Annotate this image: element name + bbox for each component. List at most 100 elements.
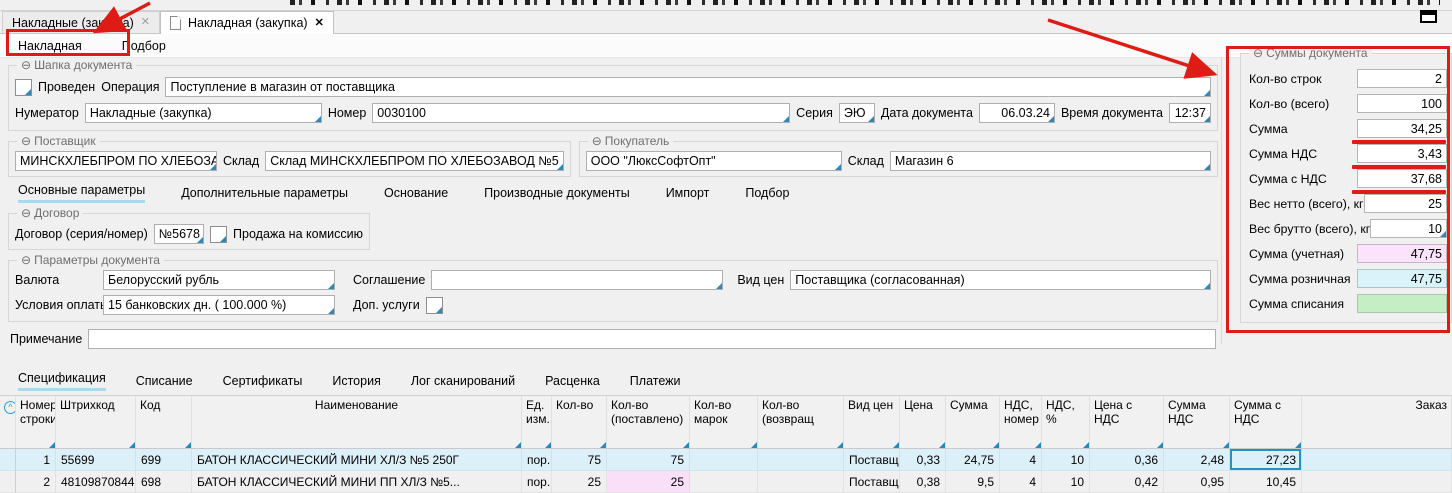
sum-value-input[interactable]: 3,43 [1357, 144, 1447, 163]
collapse-icon[interactable]: ⊖ [21, 134, 31, 148]
table-cell[interactable]: 0,95 [1164, 471, 1230, 493]
col-header-vid-cen[interactable]: Вид цен [844, 396, 900, 448]
tab-dopolnitelnye-parametry[interactable]: Дополнительные параметры [181, 186, 348, 203]
tab-nakladnye-zakupka-list[interactable]: Накладные (закупка) ✕ [2, 11, 160, 33]
table-cell[interactable]: 10,45 [1230, 471, 1302, 493]
tab-istoriya[interactable]: История [332, 374, 380, 391]
table-cell[interactable]: 25 [552, 471, 607, 493]
col-header-nds-procent[interactable]: НДС, % [1042, 396, 1090, 448]
sum-value-input[interactable]: 37,68 [1357, 169, 1447, 188]
table-cell[interactable]: 698 [136, 471, 192, 493]
sum-value-input[interactable]: 47,75 [1357, 269, 1447, 288]
col-header-cena[interactable]: Цена [900, 396, 946, 448]
col-header-kolvo-marok[interactable]: Кол-во марок [690, 396, 758, 448]
tab-proizvodnye-dokumenty[interactable]: Производные документы [484, 186, 630, 203]
table-cell[interactable]: 10 [1042, 471, 1090, 493]
col-header-summa[interactable]: Сумма [946, 396, 1000, 448]
table-cell[interactable]: 4 [1000, 471, 1042, 493]
tab-log-skanirovaniy[interactable]: Лог сканирований [411, 374, 515, 391]
table-cell[interactable] [690, 471, 758, 493]
date-input[interactable]: 06.03.24 [979, 103, 1055, 123]
commission-label: Продажа на комиссию [233, 227, 363, 241]
table-cell[interactable]: 2 [16, 471, 56, 493]
tab-podbor[interactable]: Подбор [122, 39, 166, 53]
tab-sertifikaty[interactable]: Сертификаты [223, 374, 303, 391]
tab-rascenka[interactable]: Расценка [545, 374, 600, 391]
tab-podbor-2[interactable]: Подбор [745, 186, 789, 203]
tab-nakladnaya-zakupka[interactable]: Накладная (закупка) ✕ [160, 11, 334, 34]
col-header-nds-nomer[interactable]: НДС, номер [1000, 396, 1042, 448]
collapse-icon[interactable]: ⊖ [21, 58, 31, 72]
buyer-sklad-input[interactable]: Магазин 6 [890, 151, 1211, 171]
panel-splitter[interactable] [1221, 58, 1222, 344]
close-icon[interactable]: ✕ [315, 18, 324, 29]
menu-bar-text-fragments [290, 0, 1440, 5]
proveden-checkbox[interactable] [15, 79, 32, 96]
sum-value-input[interactable]: 2 [1357, 69, 1447, 88]
time-input[interactable]: 12:37 [1169, 103, 1211, 123]
numerator-input[interactable]: Накладные (закупка) [85, 103, 322, 123]
services-checkbox[interactable] [426, 297, 443, 314]
table-cell[interactable]: 25 [607, 471, 690, 493]
collapse-all-icon[interactable]: ^ [4, 401, 16, 414]
tab-nakladnaya[interactable]: Накладная [18, 39, 82, 53]
table-cell[interactable]: 0,38 [900, 471, 946, 493]
note-input[interactable] [88, 329, 1216, 349]
collapse-icon[interactable]: ⊖ [1253, 46, 1263, 60]
currency-input[interactable]: Белорусский рубль [103, 270, 335, 290]
sum-value-input[interactable] [1357, 294, 1447, 313]
col-header-shtrihkod[interactable]: Штрихкод [56, 396, 136, 448]
commission-checkbox[interactable] [210, 226, 227, 243]
sum-value-input[interactable]: 10 [1370, 219, 1447, 238]
table-cell[interactable]: 0,42 [1090, 471, 1164, 493]
table-cell[interactable]: БАТОН КЛАССИЧЕСКИЙ МИНИ ПП ХЛ/З №5... [192, 471, 522, 493]
table-cell[interactable] [1302, 471, 1452, 493]
agreement-input[interactable] [431, 270, 723, 290]
sum-value-input[interactable]: 47,75 [1357, 244, 1447, 263]
col-header-summa-nds[interactable]: Сумма НДС [1164, 396, 1230, 448]
collapse-icon[interactable]: ⊖ [21, 253, 31, 267]
tab-import[interactable]: Импорт [666, 186, 710, 203]
tab-platezhi[interactable]: Платежи [630, 374, 681, 391]
table-cell[interactable]: 9,5 [946, 471, 1000, 493]
sum-value-input[interactable]: 25 [1364, 194, 1447, 213]
restore-window-icon[interactable] [1420, 10, 1437, 23]
sum-value-input[interactable]: 100 [1357, 94, 1447, 113]
table-cell[interactable] [0, 471, 16, 493]
supplier-sklad-input[interactable]: Склад МИНСКХЛЕБПРОМ ПО ХЛЕБОЗАВОД №5 [265, 151, 564, 171]
sum-label: Кол-во (всего) [1249, 97, 1329, 111]
col-header-summa-s-nds[interactable]: Сумма с НДС [1230, 396, 1302, 448]
col-header-cena-s-nds[interactable]: Цена с НДС [1090, 396, 1164, 448]
operation-input[interactable]: Поступление в магазин от поставщика [165, 77, 1211, 97]
collapse-icon[interactable]: ⊖ [592, 134, 602, 148]
close-icon[interactable]: ✕ [141, 17, 150, 28]
tab-spisanie[interactable]: Списание [136, 374, 193, 391]
series-input[interactable]: ЭЮ [839, 103, 875, 123]
col-header-zakaz[interactable]: Заказ [1302, 396, 1452, 448]
col-header-ed-izm[interactable]: Ед. изм. [522, 396, 552, 448]
dogovor-input[interactable]: №5678 [154, 224, 204, 244]
tab-osnovanie[interactable]: Основание [384, 186, 448, 203]
col-header-kolvo-postavleno[interactable]: Кол-во (поставлено) [607, 396, 690, 448]
table-cell[interactable]: 4810987084490 [56, 471, 136, 493]
supplier-input[interactable]: МИНСКХЛЕБПРОМ ПО ХЛЕБОЗАВОД №5 [15, 151, 217, 171]
table-cell[interactable]: пор. [522, 471, 552, 493]
col-header-kod[interactable]: Код [136, 396, 192, 448]
col-header-nomer-stroki[interactable]: Номер строки [16, 396, 56, 448]
table-row[interactable]: 2 4810987084490 698 БАТОН КЛАССИЧЕСКИЙ М… [0, 471, 1452, 493]
collapse-all-header-cell[interactable]: ^ [0, 396, 16, 448]
tab-osnovnye-parametry[interactable]: Основные параметры [18, 183, 145, 203]
sum-value-input[interactable]: 34,25 [1357, 119, 1447, 138]
col-header-kolvo-vozvrash[interactable]: Кол-во (возвращ [758, 396, 844, 448]
buyer-input[interactable]: ООО "ЛюксСофтОпт" [586, 151, 842, 171]
table-cell[interactable] [758, 471, 844, 493]
col-header-kolvo[interactable]: Кол-во [552, 396, 607, 448]
collapse-icon[interactable]: ⊖ [21, 206, 31, 220]
table-cell[interactable]: Поставщи... [844, 471, 900, 493]
number-input[interactable]: 0030100 [372, 103, 790, 123]
tab-label: Накладные (закупка) [12, 16, 134, 30]
payment-input[interactable]: 15 банковских дн. ( 100.000 %) [103, 295, 335, 315]
col-header-naimenovanie[interactable]: Наименование [192, 396, 522, 448]
tab-specifikaciya[interactable]: Спецификация [18, 371, 106, 391]
price-type-input[interactable]: Поставщика (согласованная) [790, 270, 1211, 290]
